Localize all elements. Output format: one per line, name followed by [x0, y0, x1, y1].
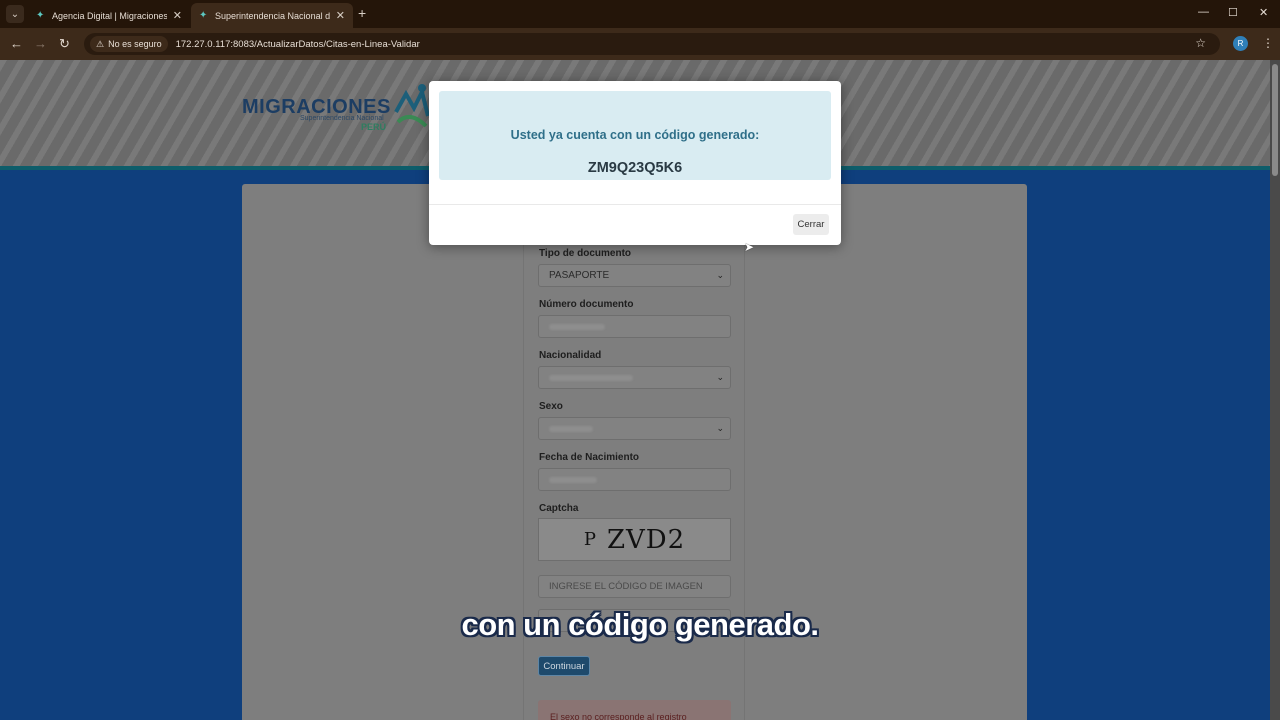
reload-icon[interactable]: ↻: [59, 36, 70, 52]
close-tab-icon[interactable]: ✕: [173, 9, 182, 22]
migraciones-favicon-icon: ✦: [199, 9, 208, 21]
tab-agencia-digital[interactable]: ✦ Agencia Digital | Migraciones ✕: [28, 3, 190, 28]
info-alert: Usted ya cuenta con un código generado: …: [439, 91, 831, 180]
continue-button[interactable]: Continuar: [538, 656, 590, 676]
back-icon[interactable]: ←: [10, 36, 23, 51]
close-button[interactable]: Cerrar: [793, 214, 829, 235]
numero-documento-label: Número documento: [539, 299, 634, 310]
sexo-label: Sexo: [539, 401, 563, 412]
error-message: El sexo no corresponde al registro: [550, 712, 687, 720]
redacted-value: [549, 374, 633, 381]
security-label: No es seguro: [108, 39, 162, 49]
chevron-down-icon: ⌄: [716, 372, 724, 382]
security-indicator[interactable]: ⚠ No es seguro: [90, 36, 168, 52]
migraciones-favicon-icon: ✦: [36, 9, 45, 21]
minimize-icon[interactable]: —: [1198, 6, 1209, 18]
code-dialog: Usted ya cuenta con un código generado: …: [429, 81, 841, 245]
new-tab-button[interactable]: +: [358, 5, 366, 21]
browser-toolbar: ← → ↻ ⚠ No es seguro 172.27.0.117:8083/A…: [0, 28, 1280, 60]
fecha-nacimiento-label: Fecha de Nacimiento: [539, 452, 640, 463]
nacionalidad-select[interactable]: ⌄: [538, 366, 731, 389]
scrollbar-thumb[interactable]: [1272, 64, 1278, 176]
mouse-pointer-icon: ➤: [744, 240, 755, 254]
browser-menu-icon[interactable]: ⋮: [1262, 36, 1274, 50]
forward-icon[interactable]: →: [34, 36, 47, 51]
redacted-value: [549, 476, 597, 483]
captcha-code-input[interactable]: INGRESE EL CÓDIGO DE IMAGEN: [538, 575, 731, 598]
dialog-divider: [429, 204, 841, 205]
numero-documento-input[interactable]: [538, 315, 731, 338]
tab-title: Agencia Digital | Migraciones: [52, 10, 167, 21]
redacted-value: [549, 425, 593, 432]
chevron-down-icon: ⌄: [716, 423, 724, 433]
tab-superintendencia[interactable]: ✦ Superintendencia Nacional de M ✕: [191, 3, 353, 28]
redacted-value: [549, 323, 605, 330]
captcha-input-placeholder: INGRESE EL CÓDIGO DE IMAGEN: [549, 581, 703, 592]
close-window-icon[interactable]: ✕: [1259, 6, 1268, 19]
url-text[interactable]: 172.27.0.117:8083/ActualizarDatos/Citas-…: [176, 39, 420, 50]
logo-country: PERÚ: [361, 122, 387, 132]
tab-title: Superintendencia Nacional de M: [215, 10, 330, 21]
profile-avatar[interactable]: R: [1233, 36, 1248, 51]
warning-icon: ⚠: [96, 38, 105, 49]
video-subtitle: con un código generado.: [461, 607, 819, 642]
tipo-documento-label: Tipo de documento: [539, 248, 632, 259]
migraciones-logo-icon: [394, 84, 430, 128]
tipo-documento-value: PASAPORTE: [549, 270, 610, 281]
captcha-image: P ZVD2: [538, 518, 731, 561]
close-tab-icon[interactable]: ✕: [336, 9, 345, 22]
address-bar[interactable]: ⚠ No es seguro 172.27.0.117:8083/Actuali…: [84, 33, 1220, 55]
captcha-text: ZVD2: [606, 524, 686, 555]
logo-subtitle: Superintendencia Nacional: [300, 115, 384, 122]
tab-search-button[interactable]: ⌄: [6, 5, 24, 23]
captcha-prefix: P: [583, 529, 597, 550]
nacionalidad-label: Nacionalidad: [539, 350, 602, 361]
chevron-down-icon: ⌄: [716, 270, 724, 280]
generated-code: ZM9Q23Q5K6: [587, 160, 683, 176]
error-alert: El sexo no corresponde al registro: [538, 700, 731, 720]
sexo-select[interactable]: ⌄: [538, 417, 731, 440]
tipo-documento-select[interactable]: PASAPORTE ⌄: [538, 264, 731, 287]
maximize-icon[interactable]: ☐: [1228, 6, 1238, 19]
dialog-message: Usted ya cuenta con un código generado:: [510, 128, 760, 142]
fecha-nacimiento-input[interactable]: [538, 468, 731, 491]
captcha-label: Captcha: [539, 503, 579, 514]
bookmark-star-icon[interactable]: ☆: [1195, 36, 1206, 50]
